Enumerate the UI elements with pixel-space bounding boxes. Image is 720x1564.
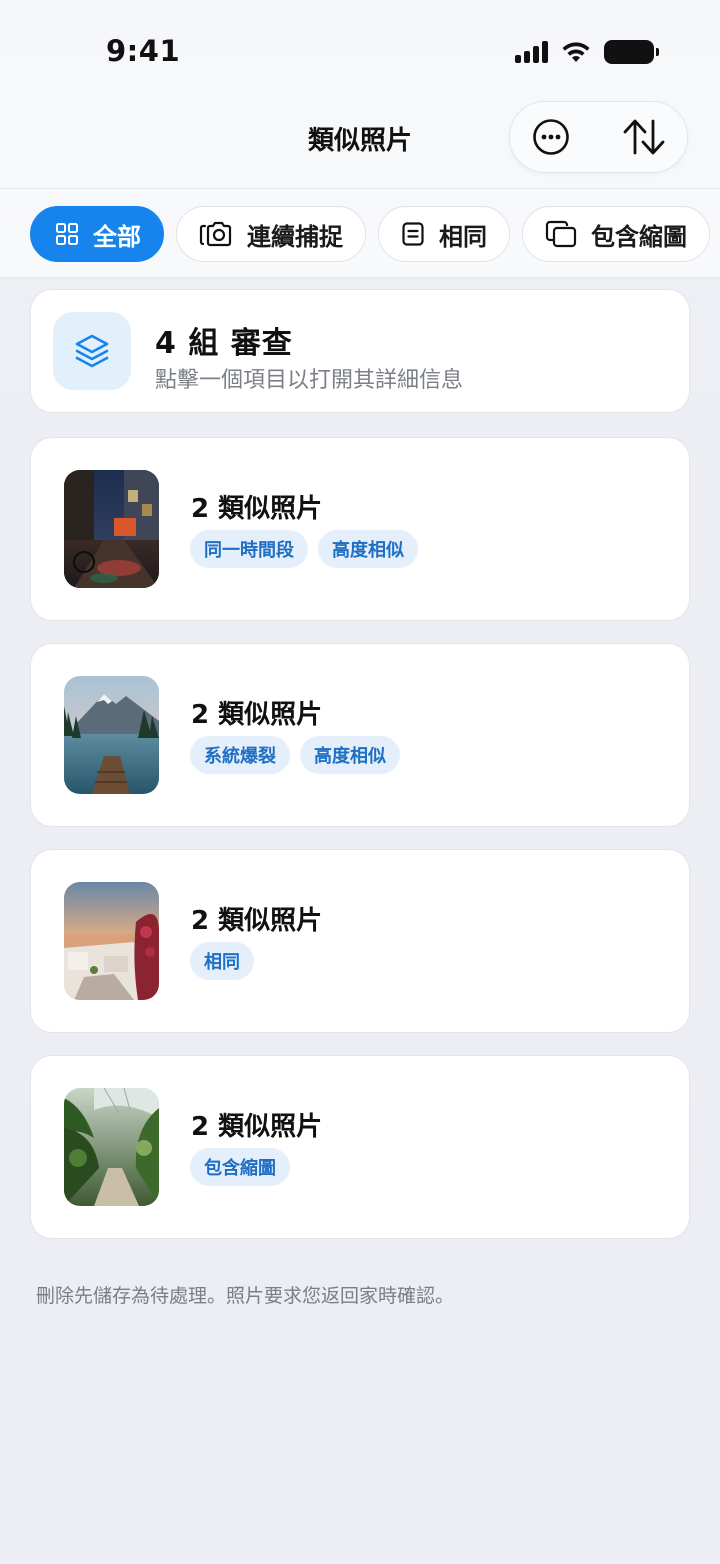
filter-chip-label: 連續捕捉 (247, 222, 343, 251)
tag-badge: 相同 (190, 942, 254, 980)
filter-chip-label: 相同 (439, 222, 487, 251)
group-tags: 包含縮圖 (190, 1148, 290, 1186)
summary-subtitle: 點擊一個項目以打開其詳細信息 (155, 368, 464, 393)
filter-bar: 全部 連續捕捉 相同 包含縮圖 (30, 206, 710, 262)
group-card-4[interactable]: 2 類似照片 包含縮圖 (30, 1055, 690, 1239)
group-title: 2 類似照片 (191, 494, 323, 524)
group-thumbnail (64, 1088, 159, 1206)
group-title: 2 類似照片 (191, 906, 323, 936)
filter-chip-thumbnails[interactable]: 包含縮圖 (522, 206, 710, 262)
group-thumbnail (64, 676, 159, 794)
group-title: 2 類似照片 (191, 1112, 323, 1142)
status-time: 9:41 (106, 34, 181, 68)
filter-divider (0, 277, 720, 278)
group-card-3[interactable]: 2 類似照片 相同 (30, 849, 690, 1033)
layers-stack-icon (75, 334, 109, 368)
group-tags: 系統爆裂 高度相似 (190, 736, 400, 774)
battery-icon (604, 40, 659, 64)
group-tags: 同一時間段 高度相似 (190, 530, 418, 568)
filter-chip-identical[interactable]: 相同 (378, 206, 510, 262)
filter-chip-burst[interactable]: 連續捕捉 (176, 206, 366, 262)
ellipsis-circle-icon (533, 119, 569, 155)
document-icon (402, 222, 424, 246)
tag-badge: 系統爆裂 (190, 736, 290, 774)
tag-badge: 高度相似 (300, 736, 400, 774)
group-thumbnail (64, 470, 159, 588)
overlap-squares-icon (545, 220, 577, 248)
grid-icon (56, 223, 78, 245)
summary-title: 4 組 審查 (155, 326, 293, 361)
stack-icon-tile (53, 312, 131, 390)
filter-chip-label: 包含縮圖 (591, 222, 687, 251)
group-tags: 相同 (190, 942, 254, 980)
group-card-1[interactable]: 2 類似照片 同一時間段 高度相似 (30, 437, 690, 621)
sort-arrows-icon (623, 119, 665, 155)
footer-note: 刪除先儲存為待處理。照片要求您返回家時確認。 (36, 1285, 455, 1307)
filter-chip-label: 全部 (93, 222, 141, 251)
status-icons (515, 40, 659, 64)
status-bar: 9:41 (0, 0, 720, 100)
wifi-icon (562, 42, 590, 62)
tag-badge: 同一時間段 (190, 530, 308, 568)
tag-badge: 高度相似 (318, 530, 418, 568)
sort-button[interactable] (621, 117, 667, 157)
group-title: 2 類似照片 (191, 700, 323, 730)
more-options-button[interactable] (532, 118, 570, 156)
camera-burst-icon (199, 221, 232, 247)
summary-card: 4 組 審查 點擊一個項目以打開其詳細信息 (30, 289, 690, 413)
header-divider (0, 188, 720, 189)
filter-chip-all[interactable]: 全部 (30, 206, 164, 262)
header-actions (509, 101, 688, 173)
group-card-2[interactable]: 2 類似照片 系統爆裂 高度相似 (30, 643, 690, 827)
group-thumbnail (64, 882, 159, 1000)
tag-badge: 包含縮圖 (190, 1148, 290, 1186)
cellular-signal-icon (515, 41, 548, 63)
